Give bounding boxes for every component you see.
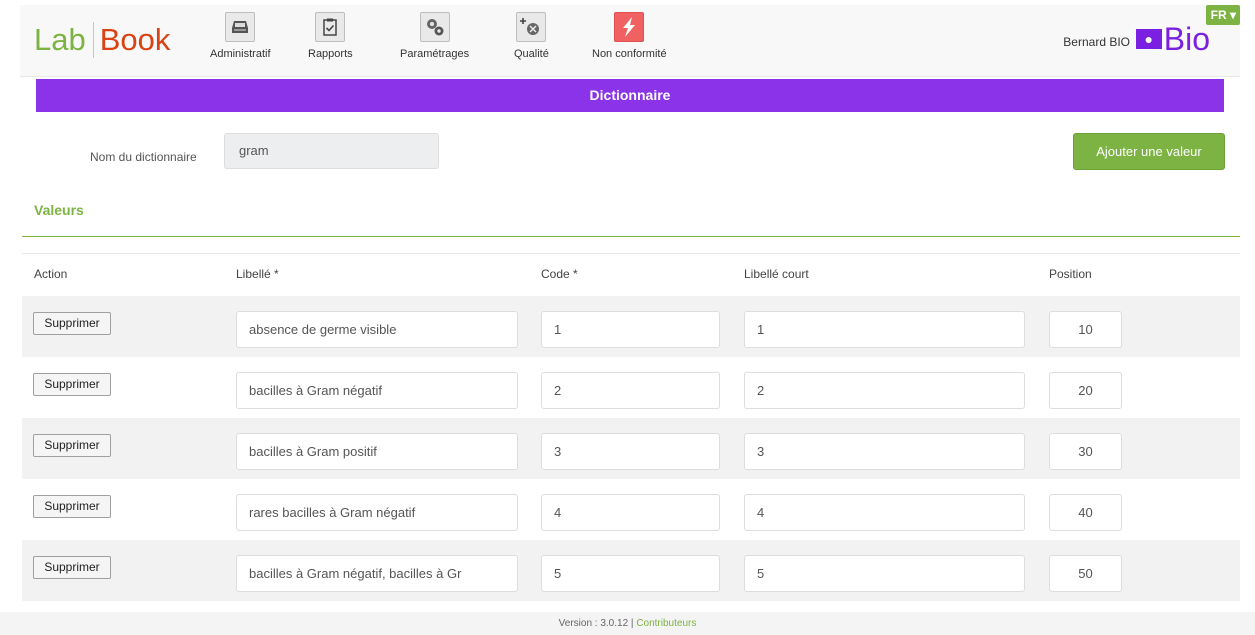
position-field[interactable]: 50 [1049,555,1122,592]
column-header-action: Action [34,267,68,281]
table-top-border [22,253,1240,254]
libelle-court-field[interactable]: 1 [744,311,1025,348]
nav-rapports[interactable]: Rapports [308,12,353,60]
table-row: Supprimer bacilles à Gram positif 3 3 30 [22,418,1240,479]
code-field[interactable]: 1 [541,311,720,348]
column-header-libelle-court: Libellé court [744,267,809,281]
add-value-button[interactable]: Ajouter une valeur [1073,133,1225,170]
delete-button[interactable]: Supprimer [33,434,111,457]
user-icon: ● [1135,29,1162,49]
language-dropdown[interactable]: FR ▾ [1205,5,1240,25]
delete-button[interactable]: Supprimer [33,312,111,335]
delete-button[interactable]: Supprimer [33,373,111,396]
nav-administratif[interactable]: Administratif [210,12,271,60]
position-field[interactable]: 40 [1049,494,1122,531]
nav-qualite-label: Qualité [514,48,549,60]
dict-name-field[interactable]: gram [224,133,439,169]
code-field[interactable]: 3 [541,433,720,470]
table-row: Supprimer absence de germe visible 1 1 1… [22,296,1240,357]
nav-qualite[interactable]: Qualité [514,12,549,60]
quality-gear-icon [516,12,547,42]
labbook-logo[interactable]: Lab Book [34,22,170,58]
libelle-field[interactable]: bacilles à Gram positif [236,433,518,470]
section-divider [22,236,1240,237]
libelle-field[interactable]: absence de germe visible [236,311,518,348]
dict-name-label: Nom du dictionnaire [90,150,197,164]
nav-non-conformite-label: Non conformité [592,48,667,60]
libelle-court-field[interactable]: 3 [744,433,1025,470]
table-row: Supprimer bacilles à Gram négatif 2 2 20 [22,357,1240,418]
table-row: Supprimer rares bacilles à Gram négatif … [22,479,1240,540]
libelle-court-field[interactable]: 5 [744,555,1025,592]
table-row: Supprimer bacilles à Gram négatif, bacil… [22,540,1240,601]
libelle-court-field[interactable]: 4 [744,494,1025,531]
libelle-field[interactable]: rares bacilles à Gram négatif [236,494,518,531]
user-name[interactable]: Bernard BIO [1063,35,1130,49]
contributors-link[interactable]: Contributeurs [636,618,696,629]
nav-parametrages-label: Paramétrages [400,48,470,60]
caret-down-icon: ▾ [1229,8,1236,22]
column-header-position: Position [1049,267,1092,281]
gears-icon [419,12,450,42]
language-label: FR [1210,8,1227,22]
nav-non-conformite[interactable]: Non conformité [592,12,667,60]
nav-rapports-label: Rapports [308,48,353,60]
footer: Version : 3.0.12 | Contributeurs [0,612,1255,635]
page-title: Dictionnaire [36,79,1224,112]
nav-administratif-label: Administratif [210,48,271,60]
logo-lab-text: Lab [34,22,86,57]
logo-book-text: Book [99,22,171,57]
logo-separator [92,22,94,58]
libelle-field[interactable]: bacilles à Gram négatif [236,372,518,409]
position-field[interactable]: 30 [1049,433,1122,470]
clipboard-check-icon [315,12,346,42]
delete-button[interactable]: Supprimer [33,495,111,518]
delete-button[interactable]: Supprimer [33,556,111,579]
bio-logo-text: Bio [1163,21,1210,57]
version-text: Version : 3.0.12 | [558,618,637,629]
inbox-icon [225,12,256,42]
code-field[interactable]: 4 [541,494,720,531]
column-header-libelle: Libellé * [236,267,279,281]
code-field[interactable]: 2 [541,372,720,409]
libelle-court-field[interactable]: 2 [744,372,1025,409]
column-header-code: Code * [541,267,578,281]
top-navbar: Lab Book Administratif Rapports Paramétr… [20,5,1240,77]
position-field[interactable]: 20 [1049,372,1122,409]
lightning-icon [614,12,645,42]
position-field[interactable]: 10 [1049,311,1122,348]
libelle-field[interactable]: bacilles à Gram négatif, bacilles à Gr [236,555,518,592]
nav-parametrages[interactable]: Paramétrages [400,12,469,60]
section-title: Valeurs [34,202,84,218]
code-field[interactable]: 5 [541,555,720,592]
bio-logo: ● Bio [1135,21,1210,57]
